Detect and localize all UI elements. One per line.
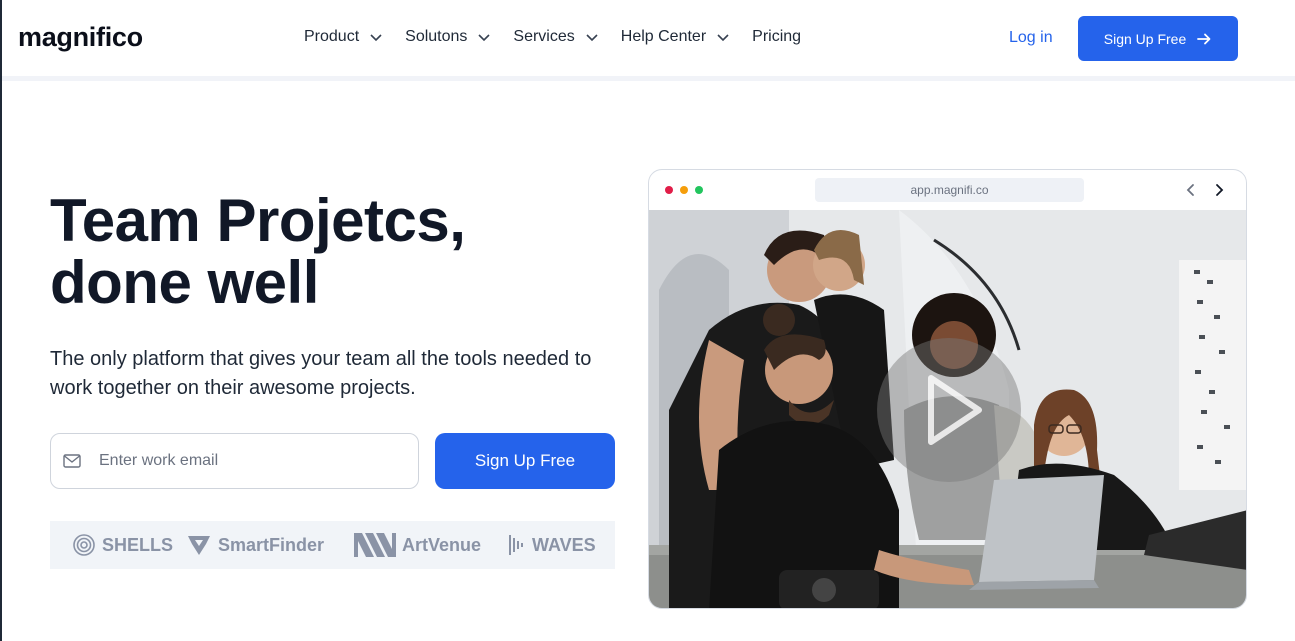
hero-headline: Team Projetcs, done well (50, 190, 570, 314)
chevron-right-icon[interactable] (1211, 182, 1227, 198)
browser-mockup: app.magnifi.co (648, 169, 1247, 609)
partner-name: SHELLS (102, 534, 174, 555)
partner-logo-artvenue: ArtVenue (354, 533, 481, 557)
partner-name: SmartFinder (218, 534, 325, 555)
smartfinder-shield-icon (188, 536, 210, 555)
menu-item-label: Pricing (752, 28, 802, 45)
brand-logo[interactable]: magnifico (18, 22, 143, 53)
menu-item-label: Solutons (405, 28, 468, 45)
partner-logos-strip: SHELLS SmartFinder ArtVenue WAVES (50, 521, 615, 569)
main-menu: Product Solutons Services Help Center Pr… (304, 28, 823, 46)
login-link[interactable]: Log in (1009, 29, 1053, 47)
email-field[interactable] (99, 452, 399, 470)
chevron-down-icon (370, 34, 382, 42)
partner-logo-waves: WAVES (508, 533, 596, 557)
email-field-wrapper (50, 433, 419, 489)
chevron-down-icon (717, 34, 729, 42)
window-controls (665, 186, 710, 194)
hero-subtext: The only platform that gives your team a… (50, 348, 592, 399)
headline-line-1: Team Projetcs, (50, 187, 466, 254)
menu-item-label: Help Center (620, 28, 707, 45)
menu-item-solutions[interactable]: Solutons (405, 28, 491, 46)
arrow-right-icon (1197, 33, 1211, 44)
chevron-down-icon (586, 34, 598, 42)
minimize-dot (680, 186, 688, 194)
nav-signup-button[interactable]: Sign Up Free (1078, 16, 1238, 61)
close-dot (665, 186, 673, 194)
partner-name: ArtVenue (402, 534, 482, 555)
menu-item-product[interactable]: Product (304, 28, 383, 46)
waves-bars-icon (509, 535, 523, 555)
hero-signup-button[interactable]: Sign Up Free (435, 433, 615, 489)
partner-name: WAVES (532, 534, 596, 555)
menu-item-services[interactable]: Services (513, 28, 598, 46)
partner-logo-shells: SHELLS (72, 533, 173, 557)
maximize-dot (695, 186, 703, 194)
nav-signup-label: Sign Up Free (1103, 30, 1187, 47)
chevron-left-icon[interactable] (1183, 182, 1199, 198)
menu-item-label: Product (304, 28, 360, 45)
partner-logo-smartfinder: SmartFinder (186, 533, 324, 557)
top-navbar: magnifico Product Solutons Services Help… (2, 0, 1295, 76)
menu-item-help-center[interactable]: Help Center (621, 28, 730, 46)
menu-item-label: Services (513, 28, 575, 45)
mail-icon (63, 454, 81, 468)
menu-item-pricing[interactable]: Pricing (752, 28, 801, 46)
team-photo (649, 210, 1246, 608)
navbar-divider (2, 76, 1295, 81)
address-bar[interactable]: app.magnifi.co (815, 178, 1084, 202)
chevron-down-icon (478, 34, 490, 42)
headline-line-2: done well (50, 249, 319, 316)
shell-spiral-icon (73, 534, 95, 556)
artvenue-stripes-icon (354, 533, 396, 557)
